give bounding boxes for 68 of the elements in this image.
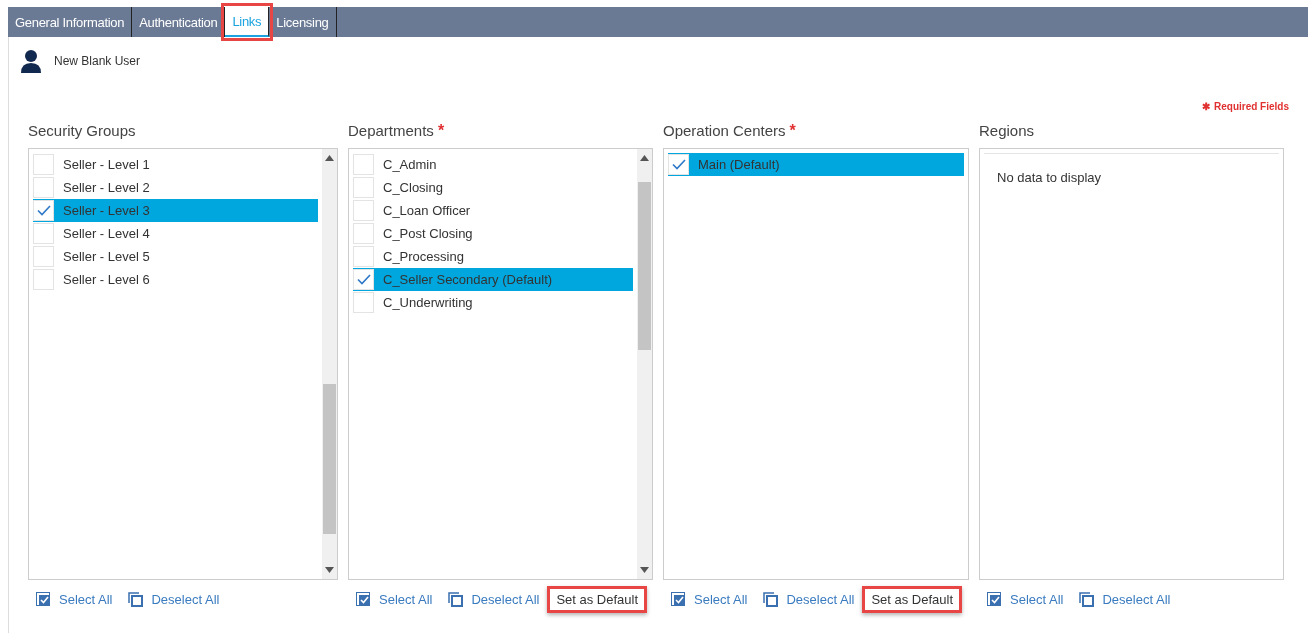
deselect-all-link[interactable]: Deselect All (758, 587, 860, 611)
check-icon (356, 274, 371, 285)
deselect-all-link[interactable]: Deselect All (123, 587, 225, 611)
list-item[interactable]: C_Admin (353, 153, 633, 176)
checkbox[interactable] (33, 200, 54, 221)
tab[interactable]: Licensing (269, 7, 337, 37)
list-item[interactable]: Seller - Level 1 (33, 153, 318, 176)
scrollbar[interactable] (637, 149, 652, 579)
required-mark: ✱ (1202, 101, 1210, 112)
checkbox[interactable] (353, 292, 374, 313)
list-item[interactable]: Seller - Level 2 (33, 176, 318, 199)
scrollbar[interactable] (322, 149, 337, 579)
checkbox-icon (671, 591, 686, 607)
list-item[interactable]: Main (Default) (668, 153, 964, 176)
checkbox[interactable] (33, 177, 54, 198)
user-icon (20, 49, 42, 73)
scroll-up-icon[interactable] (640, 155, 649, 161)
copy-icon (128, 591, 144, 607)
copy-icon (763, 591, 779, 607)
panel-title: Departments (348, 122, 434, 139)
list-item[interactable]: Seller - Level 6 (33, 268, 318, 291)
list-item[interactable]: C_Closing (353, 176, 633, 199)
deselect-all-link[interactable]: Deselect All (1074, 587, 1176, 611)
select-all-link[interactable]: Select All (666, 587, 753, 611)
scroll-down-icon[interactable] (325, 567, 334, 573)
checkbox[interactable] (33, 246, 54, 267)
check-icon (671, 159, 686, 170)
panel-title: Operation Centers (663, 122, 786, 139)
required-mark: * (437, 122, 445, 140)
panel-title: Regions (979, 122, 1035, 139)
scroll-down-icon[interactable] (640, 567, 649, 573)
set-default-button[interactable]: Set as Default (547, 585, 648, 613)
list-item[interactable]: C_Loan Officer (353, 199, 633, 222)
tab[interactable]: General Information (8, 7, 133, 37)
list-item[interactable]: C_Underwriting (353, 291, 633, 314)
check-icon (36, 205, 51, 216)
list-item[interactable]: Seller - Level 3 (33, 199, 318, 222)
select-all-link[interactable]: Select All (351, 587, 438, 611)
checkbox[interactable] (353, 269, 374, 290)
checkbox[interactable] (33, 154, 54, 175)
deselect-all-link[interactable]: Deselect All (443, 587, 545, 611)
checkbox[interactable] (353, 177, 374, 198)
checkbox-icon (36, 591, 51, 607)
list-item[interactable]: C_Processing (353, 245, 633, 268)
required-mark: * (789, 122, 796, 140)
select-all-link[interactable]: Select All (982, 587, 1069, 611)
empty-message: No data to display (984, 153, 1279, 579)
checkbox-icon (356, 591, 371, 607)
list-item[interactable]: C_Post Closing (353, 222, 633, 245)
copy-icon (1079, 591, 1095, 607)
checkbox[interactable] (668, 154, 689, 175)
checkbox[interactable] (353, 246, 374, 267)
copy-icon (448, 591, 464, 607)
checkbox[interactable] (33, 269, 54, 290)
user-name: New Blank User (54, 54, 141, 68)
checkbox[interactable] (353, 223, 374, 244)
required-note: Required Fields (1214, 101, 1289, 112)
scroll-up-icon[interactable] (325, 155, 334, 161)
panel-title: Security Groups (28, 122, 136, 139)
select-all-link[interactable]: Select All (31, 587, 118, 611)
checkbox-icon (987, 591, 1002, 607)
set-default-button[interactable]: Set as Default (862, 585, 963, 613)
list-item[interactable]: Seller - Level 5 (33, 245, 318, 268)
checkbox[interactable] (353, 154, 374, 175)
checkbox[interactable] (353, 200, 374, 221)
list-item[interactable]: Seller - Level 4 (33, 222, 318, 245)
checkbox[interactable] (33, 223, 54, 244)
list-item[interactable]: C_Seller Secondary (Default) (353, 268, 633, 291)
